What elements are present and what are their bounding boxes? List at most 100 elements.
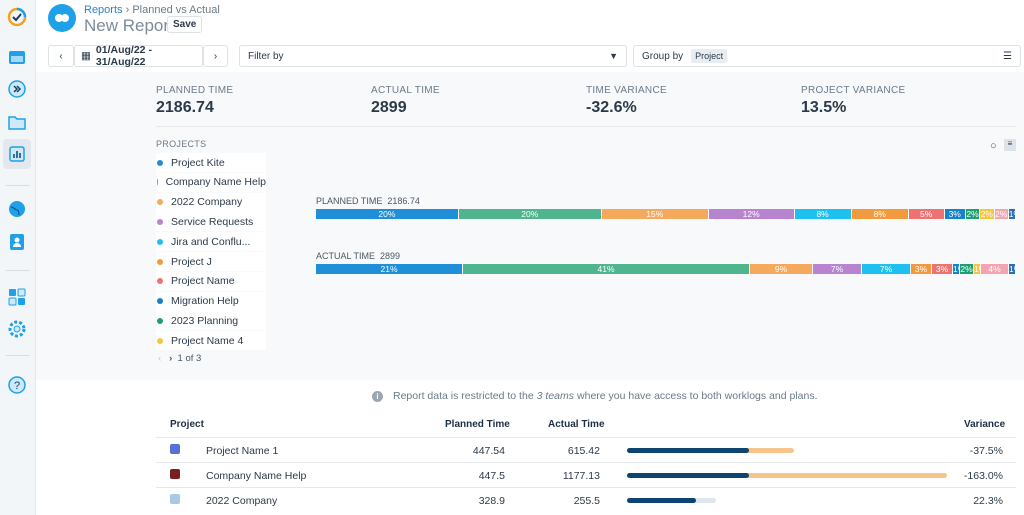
legend-item[interactable]: Project Name 4 xyxy=(156,331,266,351)
legend-item[interactable]: Jira and Conflu... xyxy=(156,232,266,252)
col-variance[interactable]: Variance xyxy=(964,419,1005,430)
group-by-chip[interactable]: Project xyxy=(691,49,728,63)
help-icon[interactable]: ? xyxy=(6,374,28,396)
actual-time: 255.5 xyxy=(573,495,600,507)
bar-segment[interactable]: 2% xyxy=(980,209,994,219)
reports-icon[interactable] xyxy=(3,139,31,169)
col-actual[interactable]: Actual Time xyxy=(548,419,605,430)
project-name[interactable]: Project Name 1 xyxy=(206,445,278,457)
legend-dot-icon xyxy=(157,238,163,245)
legend-heading: PROJECTS xyxy=(156,139,207,149)
legend-item[interactable]: Company Name Help xyxy=(156,172,266,192)
user-card-icon[interactable] xyxy=(6,231,28,253)
bar-segment[interactable]: 1% xyxy=(974,264,980,274)
bar-segment[interactable]: 8% xyxy=(794,209,851,219)
stat-label: PROJECT VARIANCE xyxy=(801,85,906,96)
table-row[interactable]: Project Name 1 447.54 615.42 -37.5% xyxy=(156,437,1016,462)
forward-icon[interactable] xyxy=(6,78,28,100)
bar-segment[interactable]: 2% xyxy=(965,209,980,219)
legend-label: Project Name 4 xyxy=(171,334,244,347)
project-name[interactable]: Company Name Help xyxy=(206,470,306,482)
legend-label: Company Name Help xyxy=(165,176,266,189)
bar-segment[interactable]: 1% xyxy=(1009,264,1015,274)
legend-dot-icon xyxy=(157,317,163,324)
sidebar: ? xyxy=(0,0,36,515)
legend-label: 2022 Company xyxy=(171,196,243,209)
legend-item[interactable]: Project Kite xyxy=(156,153,266,172)
refresh-icon[interactable]: ○ xyxy=(990,140,997,152)
reports-folder-icon[interactable] xyxy=(6,111,28,133)
bar-segment[interactable]: 1% xyxy=(953,264,959,274)
globe-icon[interactable] xyxy=(6,198,28,220)
bar-segment[interactable]: 3% xyxy=(911,264,931,274)
bar-segment[interactable]: 1% xyxy=(1008,209,1015,219)
legend-item[interactable]: 2022 Company xyxy=(156,192,266,212)
planned-bar-label: PLANNED TIME 2186.74 xyxy=(316,196,420,206)
stat-0: PLANNED TIME 2186.74 xyxy=(156,85,233,117)
bar-segment[interactable]: 12% xyxy=(708,209,794,219)
legend-dot-icon xyxy=(157,199,163,206)
bar-segment[interactable]: 3% xyxy=(944,209,965,219)
table-row[interactable]: 2022 Company 328.9 255.5 22.3% xyxy=(156,487,1016,512)
breadcrumb: Reports › Planned vs Actual xyxy=(84,4,220,16)
stat-label: PLANNED TIME xyxy=(156,85,234,96)
bar-segment[interactable]: 7% xyxy=(862,264,910,274)
filter-dropdown[interactable]: Filter by ▼ xyxy=(239,45,627,67)
legend-dot-icon xyxy=(157,159,163,166)
bar-segment[interactable]: 21% xyxy=(316,264,462,274)
bar-segment[interactable]: 3% xyxy=(932,264,952,274)
dashboard-icon[interactable] xyxy=(6,286,28,308)
menu-icon[interactable]: ☰ xyxy=(1003,51,1012,62)
bar-segment[interactable]: 41% xyxy=(463,264,749,274)
variance-value: 22.3% xyxy=(973,495,1003,507)
group-by-select[interactable]: Group by Project ☰ xyxy=(633,45,1021,67)
project-name[interactable]: 2022 Company xyxy=(206,495,277,507)
stat-value: 13.5% xyxy=(801,99,847,116)
project-icon xyxy=(170,494,180,504)
app-logo-icon[interactable] xyxy=(6,6,28,28)
planned-time: 447.5 xyxy=(478,470,505,482)
project-legend: PROJECTS Project Kite Company Name Help 20… xyxy=(156,139,266,364)
actual-time: 615.42 xyxy=(567,445,600,457)
bar-view-icon[interactable]: ≡ xyxy=(1004,139,1016,151)
prev-period-button[interactable]: ‹ xyxy=(48,45,74,67)
next-period-button[interactable]: › xyxy=(203,45,228,67)
legend-dot-icon xyxy=(157,337,163,344)
calendar-icon[interactable] xyxy=(6,46,28,68)
legend-item[interactable]: Project Name xyxy=(156,271,266,291)
gear-icon[interactable] xyxy=(6,318,28,340)
calendar-icon: ▦ xyxy=(81,50,91,62)
legend-item[interactable]: Migration Help xyxy=(156,291,266,311)
bar-segment[interactable]: 15% xyxy=(601,209,708,219)
legend-item[interactable]: Project J xyxy=(156,252,266,271)
page-title[interactable]: New Report xyxy=(84,16,174,36)
bar-segment[interactable]: 2% xyxy=(960,264,973,274)
stat-value: 2186.74 xyxy=(156,99,214,116)
col-project[interactable]: Project xyxy=(170,419,204,430)
breadcrumb-reports-link[interactable]: Reports xyxy=(84,4,123,16)
actual-stacked-bar: 21%41%9%7%7%3%3%1%2%1%4%1% xyxy=(316,264,1016,274)
legend-item[interactable]: 2023 Planning xyxy=(156,311,266,331)
variance-bar-fill xyxy=(627,498,697,503)
planned-time: 328.9 xyxy=(478,495,505,507)
breadcrumb-current: Planned vs Actual xyxy=(132,4,220,16)
save-button[interactable]: Save xyxy=(167,16,203,33)
bar-segment[interactable]: 20% xyxy=(316,209,458,219)
bar-segment[interactable]: 4% xyxy=(981,264,1008,274)
bar-segment[interactable]: 2% xyxy=(994,209,1008,219)
bar-segment[interactable]: 9% xyxy=(750,264,812,274)
next-page-icon[interactable]: › xyxy=(169,353,172,364)
prev-page-icon[interactable]: ‹ xyxy=(158,353,161,364)
table-row[interactable]: Company Name Help 447.5 1177.13 -163.0% xyxy=(156,462,1016,487)
bar-segment[interactable]: 8% xyxy=(851,209,908,219)
bar-segment[interactable]: 5% xyxy=(908,209,944,219)
col-planned[interactable]: Planned Time xyxy=(445,419,510,430)
legend-item[interactable]: Service Requests xyxy=(156,212,266,232)
legend-dot-icon xyxy=(157,298,163,305)
report-logo-icon xyxy=(48,4,76,32)
date-range-picker[interactable]: ▦ 01/Aug/22 - 31/Aug/22 xyxy=(74,44,203,68)
stat-1: ACTUAL TIME 2899 xyxy=(371,85,440,117)
bar-segment[interactable]: 7% xyxy=(813,264,861,274)
bar-segment[interactable]: 20% xyxy=(458,209,601,219)
stat-label: ACTUAL TIME xyxy=(371,85,440,96)
